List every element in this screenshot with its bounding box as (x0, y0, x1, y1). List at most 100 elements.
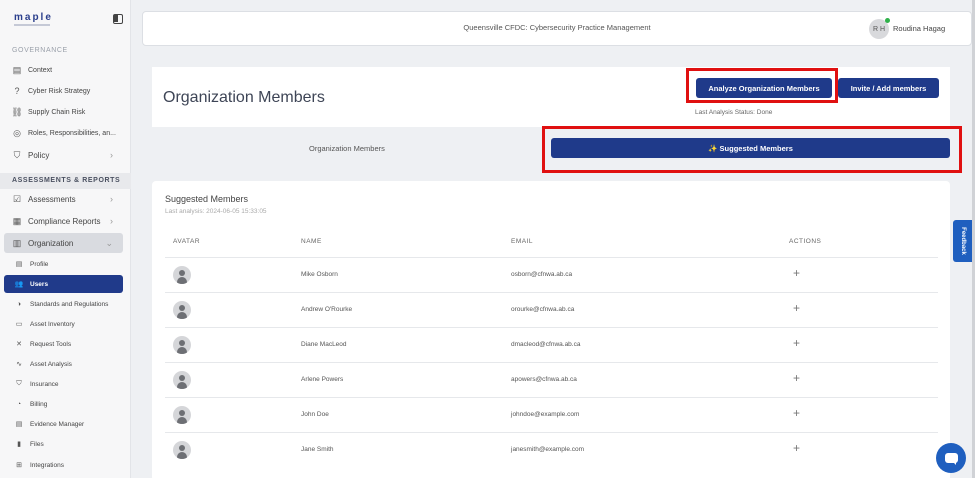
sidebar-item-label: Assessments (28, 194, 76, 204)
member-email: johndoe@example.com (511, 411, 580, 418)
add-member-icon[interactable]: + (793, 371, 800, 385)
section-assessments: ASSESSMENTS & REPORTS (0, 173, 131, 189)
sidebar-item-cyber-risk-strategy[interactable]: ? Cyber Risk Strategy (0, 81, 131, 101)
add-member-icon[interactable]: + (793, 336, 800, 350)
sidebar-item-evidence-manager[interactable]: ▤ Evidence Manager (0, 414, 131, 434)
last-analysis-time: Last analysis: 2024-06-05 15:33:05 (165, 208, 267, 215)
member-name: Mike Osborn (301, 271, 338, 278)
chevron-right-icon: › (110, 194, 113, 204)
sidebar-item-request-tools[interactable]: ✕ Request Tools (0, 334, 131, 354)
add-member-icon[interactable]: + (793, 266, 800, 280)
insurance-icon: ⛉ (16, 380, 22, 387)
sidebar-item-files[interactable]: ▮ Files (0, 434, 131, 454)
column-header-name: NAME (301, 238, 322, 245)
member-name: Arlene Powers (301, 376, 344, 383)
chat-button[interactable] (936, 443, 966, 473)
analysis-status: Last Analysis Status: Done (695, 109, 773, 116)
table-row: Jane Smith janesmith@example.com + (165, 432, 938, 467)
sidebar-item-label: Cyber Risk Strategy (28, 87, 91, 95)
organization-title: Queensville CFDC: Cybersecurity Practice… (463, 23, 651, 32)
section-governance: GOVERNANCE (12, 47, 68, 54)
table-row: Mike Osborn osborn@cfnwa.ab.ca + (165, 257, 938, 292)
logo-tagline (14, 24, 50, 26)
sidebar-item-label: Context (28, 66, 53, 74)
member-email: osborn@cfnwa.ab.ca (511, 271, 573, 278)
table-row: Diane MacLeod dmacleod@cfnwa.ab.ca + (165, 327, 938, 362)
document-icon: ▤ (12, 64, 22, 75)
sidebar-item-label: Policy (28, 150, 50, 160)
online-status-icon (885, 18, 890, 23)
avatar (173, 301, 191, 319)
sidebar-item-insurance[interactable]: ⛉ Insurance (0, 374, 131, 394)
sidebar-item-label: Request Tools (30, 340, 72, 348)
sidebar-item-organization[interactable]: ▥ Organization ⌄ (4, 233, 123, 253)
add-member-icon[interactable]: + (793, 301, 800, 315)
feedback-tab[interactable]: Feedback (953, 220, 972, 262)
sidebar-item-label: Asset Analysis (30, 360, 72, 368)
inventory-icon: ▭ (15, 321, 23, 328)
sidebar-item-label: Files (30, 440, 44, 448)
add-member-icon[interactable]: + (793, 441, 800, 455)
sidebar-item-roles[interactable]: ◎ Roles, Responsibilities, an... (0, 123, 131, 143)
sidebar-item-label: Insurance (30, 380, 59, 388)
scale-icon: ◑ (16, 300, 22, 308)
sidebar-item-assessments[interactable]: ☑ Assessments › (0, 189, 131, 209)
sidebar-item-standards[interactable]: ◑ Standards and Regulations (0, 294, 131, 314)
chevron-right-icon: › (110, 150, 113, 160)
sidebar-item-label: Organization (28, 238, 74, 248)
sidebar-item-label: Supply Chain Risk (28, 108, 86, 116)
chat-icon (944, 453, 958, 465)
sidebar-item-label: Compliance Reports (28, 216, 101, 226)
column-header-email: EMAIL (511, 238, 534, 245)
member-name: Diane MacLeod (301, 341, 347, 348)
sidebar-item-asset-analysis[interactable]: ∿ Asset Analysis (0, 354, 131, 374)
sidebar-item-supply-chain-risk[interactable]: ⛓ Supply Chain Risk (0, 102, 131, 122)
chevron-down-icon: ⌄ (105, 237, 113, 248)
profile-icon: ▤ (15, 261, 23, 268)
sidebar-item-label: Asset Inventory (30, 320, 75, 328)
app-logo[interactable]: maple (14, 12, 53, 23)
invite-members-button[interactable]: Invite / Add members (838, 78, 939, 98)
roles-icon: ◎ (13, 127, 21, 138)
shield-icon: ⛉ (13, 149, 21, 160)
analysis-icon: ∿ (16, 361, 22, 368)
suggested-members-card: Suggested Members Last analysis: 2024-06… (152, 181, 950, 478)
sidebar-item-compliance-reports[interactable]: ▦ Compliance Reports › (0, 211, 131, 231)
building-icon: ▥ (12, 237, 22, 248)
avatar (173, 266, 191, 284)
add-member-icon[interactable]: + (793, 406, 800, 420)
integrations-icon: ⊞ (16, 462, 22, 469)
sidebar-item-asset-inventory[interactable]: ▭ Asset Inventory (0, 314, 131, 334)
check-doc-icon: ☑ (12, 193, 22, 204)
member-email: dmacleod@cfnwa.ab.ca (511, 341, 581, 348)
users-icon: 👥 (14, 281, 24, 288)
top-bar: Queensville CFDC: Cybersecurity Practice… (142, 11, 972, 46)
sidebar: maple GOVERNANCE ▤ Context ? Cyber Risk … (0, 0, 131, 478)
sidebar-item-label: Standards and Regulations (30, 300, 109, 308)
member-name: Andrew O'Rourke (301, 306, 353, 313)
sidebar-item-profile[interactable]: ▤ Profile (0, 254, 131, 274)
sidebar-item-label: Profile (30, 260, 49, 268)
sidebar-item-context[interactable]: ▤ Context (0, 60, 131, 80)
chevron-right-icon: › (110, 216, 113, 226)
sidebar-item-users[interactable]: 👥 Users (4, 275, 123, 293)
page-title: Organization Members (163, 89, 325, 106)
sidebar-item-integrations[interactable]: ⊞ Integrations (0, 455, 131, 475)
member-email: apowers@cfnwa.ab.ca (511, 376, 577, 383)
sidebar-item-label: Evidence Manager (30, 420, 85, 428)
collapse-sidebar-icon[interactable] (113, 14, 123, 24)
member-name: John Doe (301, 411, 329, 418)
sidebar-item-policy[interactable]: ⛉ Policy › (0, 145, 131, 165)
tab-suggested-members[interactable]: ✨ Suggested Members (551, 138, 950, 158)
user-name[interactable]: Roudina Hagag (893, 24, 945, 33)
table-row: Andrew O'Rourke orourke@cfnwa.ab.ca + (165, 292, 938, 327)
files-icon: ▮ (17, 441, 21, 448)
chain-icon: ⛓ (11, 106, 23, 117)
table-row: Arlene Powers apowers@cfnwa.ab.ca + (165, 362, 938, 397)
column-header-actions: ACTIONS (789, 238, 822, 245)
feedback-label: Feedback (959, 227, 966, 255)
sidebar-item-label: Integrations (30, 461, 64, 469)
tab-organization-members[interactable]: Organization Members (309, 144, 385, 153)
sidebar-item-billing[interactable]: ◔ Billing (0, 394, 131, 414)
analyze-members-button[interactable]: Analyze Organization Members (696, 78, 832, 98)
